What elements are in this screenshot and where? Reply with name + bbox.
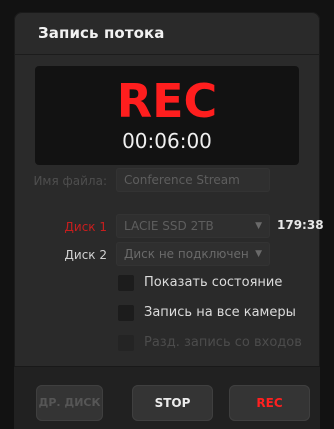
disk2-label: Диск 2 [64, 248, 107, 262]
show-status-label: Показать состояние [144, 275, 283, 290]
disk1-capacity: 179:38 [277, 218, 324, 232]
rec-indicator: REC [116, 74, 218, 128]
record-button[interactable]: REC [229, 385, 310, 421]
recording-timecode: 00:06:00 [122, 129, 212, 153]
record-all-cameras-checkbox[interactable] [118, 305, 134, 321]
chevron-down-icon: ▼ [255, 249, 262, 259]
panel-header: Запись потока [14, 12, 320, 55]
chevron-down-icon: ▼ [255, 221, 262, 231]
stream-recording-panel: Запись потока REC 00:06:00 Имя файла: Co… [14, 12, 324, 429]
recording-display: REC 00:06:00 [35, 66, 299, 165]
panel-title: Запись потока [38, 24, 165, 42]
disk2-value: Диск не подключен [124, 247, 249, 261]
show-status-checkbox[interactable] [118, 275, 134, 291]
filename-value: Conference Stream [124, 173, 240, 187]
disk2-select[interactable]: Диск не подключен ▼ [116, 242, 270, 266]
disk1-value: LACIE SSD 2TB [124, 219, 214, 233]
stop-button[interactable]: STOP [132, 385, 213, 421]
record-all-cameras-label: Запись на все камеры [144, 305, 296, 320]
disk1-select[interactable]: LACIE SSD 2TB ▼ [116, 214, 270, 238]
other-disk-button[interactable]: ДР. ДИСК [36, 385, 103, 421]
iso-record-inputs-label: Разд. запись со входов [144, 335, 302, 350]
filename-label: Имя файла: [33, 174, 107, 188]
panel-footer: ДР. ДИСК STOP REC [14, 366, 320, 429]
iso-record-inputs-checkbox [118, 335, 134, 351]
filename-input[interactable]: Conference Stream [116, 168, 270, 192]
disk1-label: Диск 1 [64, 220, 107, 234]
